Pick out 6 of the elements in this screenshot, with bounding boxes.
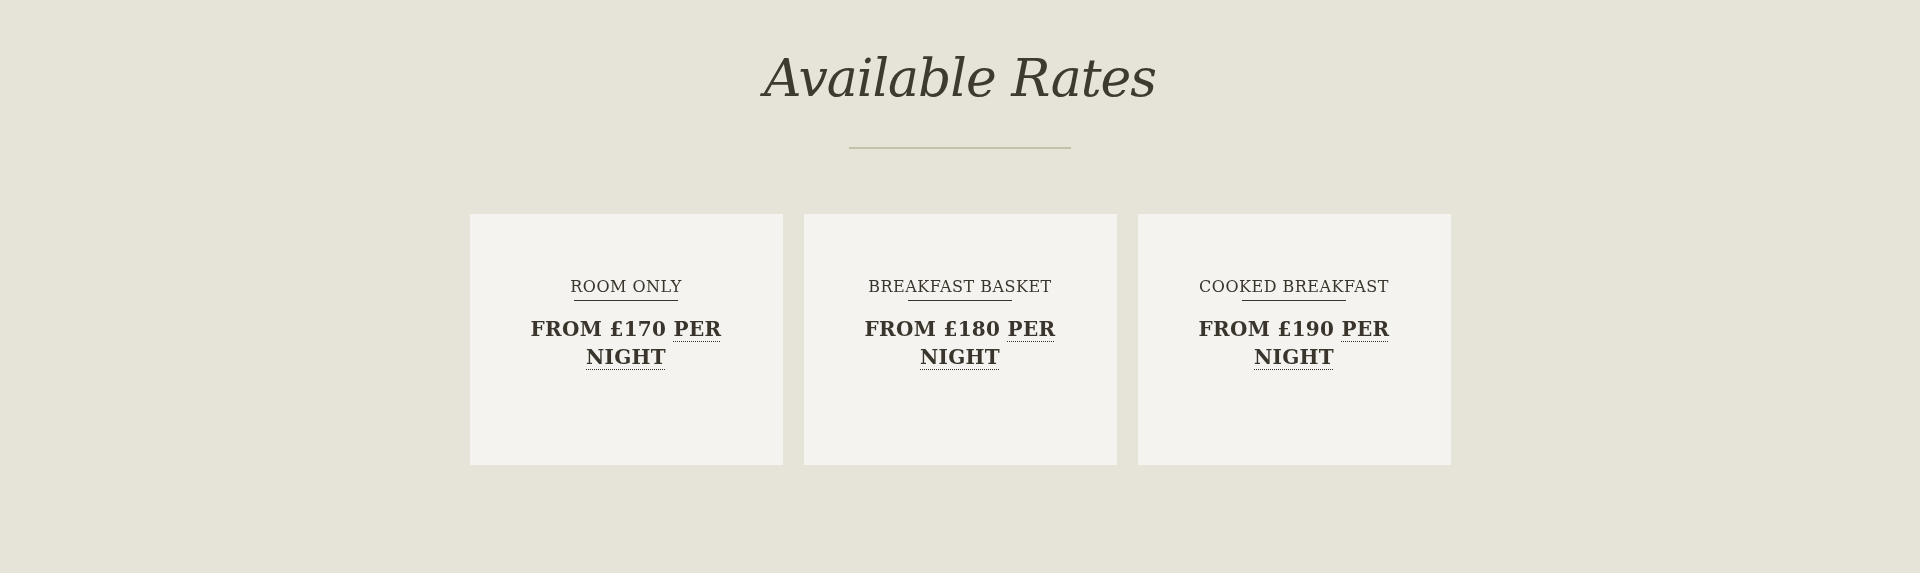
price-text: FROM £180 PER NIGHT — [863, 316, 1057, 371]
price-text: FROM £190 PER NIGHT — [1197, 316, 1391, 371]
rate-name: BREAKFAST BASKET — [868, 276, 1052, 298]
rate-name: COOKED BREAKFAST — [1199, 276, 1389, 298]
price-text: FROM £170 PER NIGHT — [529, 316, 723, 371]
rate-name: ROOM ONLY — [570, 276, 682, 298]
